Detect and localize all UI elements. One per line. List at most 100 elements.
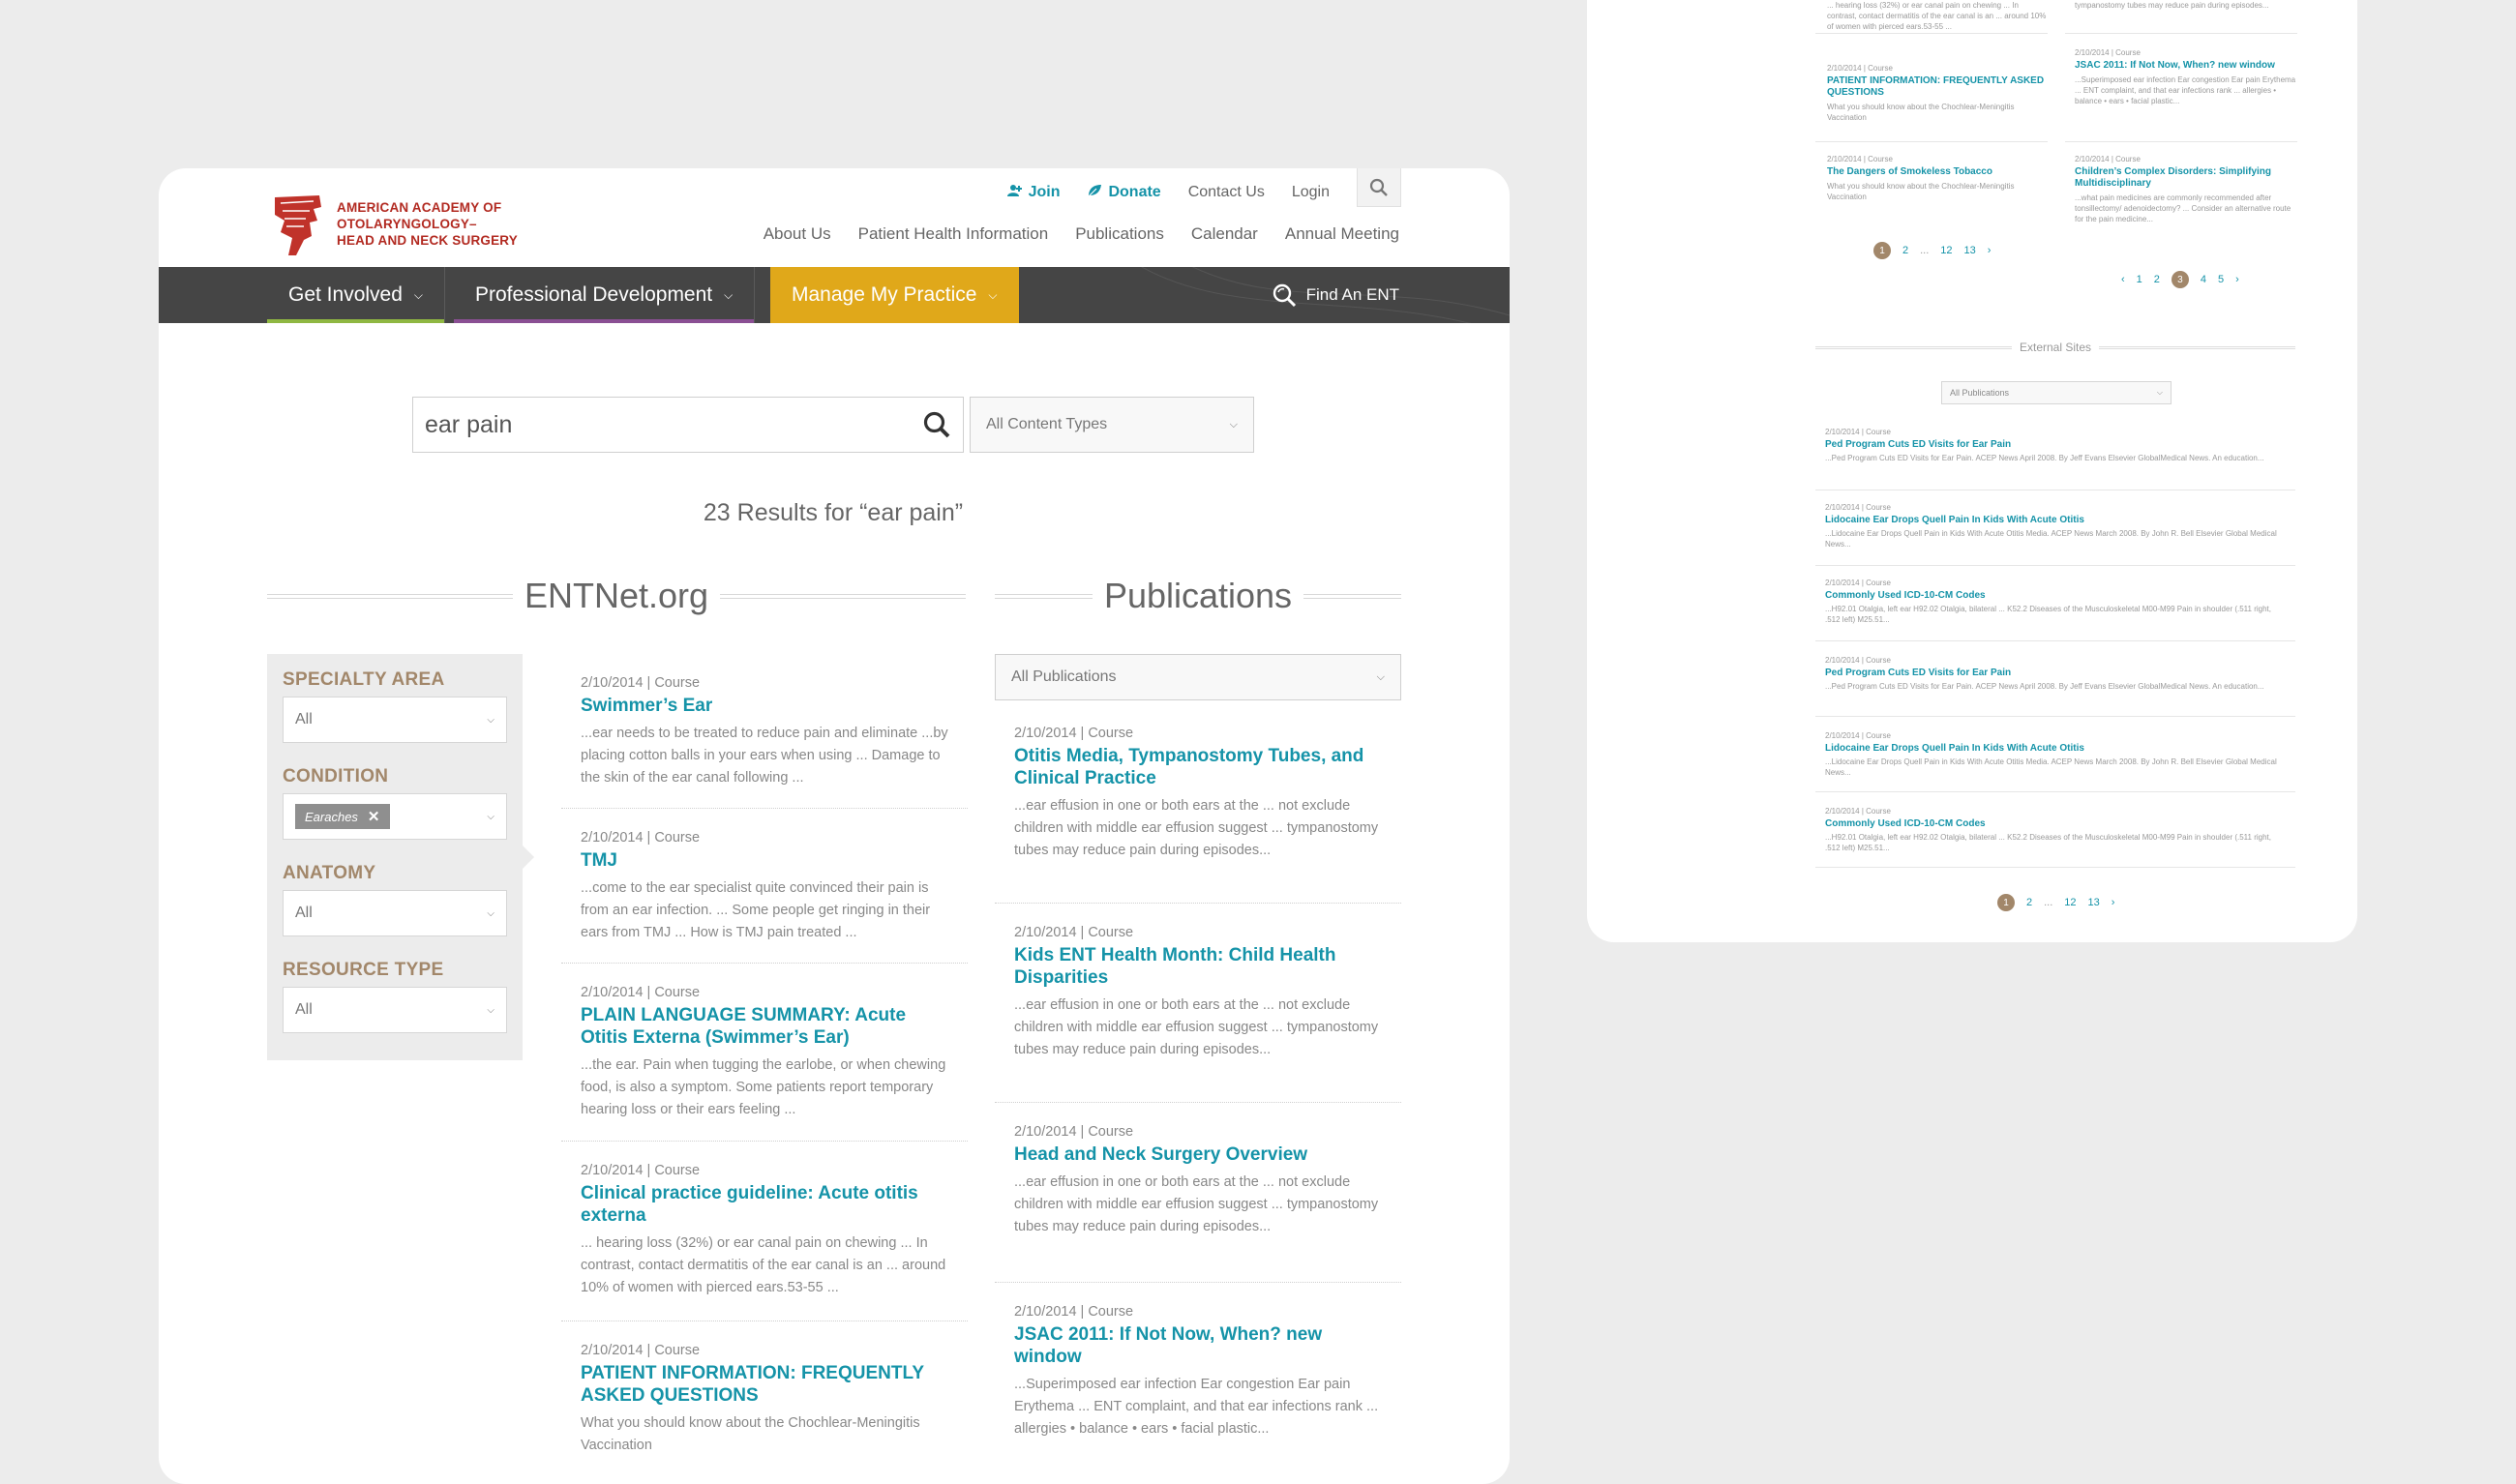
page-link[interactable]: 4 — [2201, 274, 2206, 285]
result-snippet: ...Lidocaine Ear Drops Quell Pain in Kid… — [1825, 757, 2277, 777]
result-title-link[interactable]: Lidocaine Ear Drops Quell Pain In Kids W… — [1825, 743, 2286, 754]
result-snippet: ...H92.01 Otalgia, left ear H92.02 Otalg… — [1825, 833, 2271, 852]
divider — [1815, 791, 2295, 792]
result-title-link[interactable]: Commonly Used ICD-10-CM Codes — [1825, 818, 2286, 829]
donate-link[interactable]: Donate — [1087, 184, 1161, 201]
result-snippet: ... hearing loss (32%) or ear canal pain… — [1827, 1, 2047, 31]
page-current[interactable]: 1 — [1873, 242, 1891, 259]
result-title-link[interactable]: PATIENT INFORMATION: FREQUENTLY ASKED QU… — [581, 1362, 948, 1407]
resource-type-select[interactable]: All ⌵ — [283, 987, 507, 1033]
result-title-link[interactable]: Children’s Complex Disorders: Simplifyin… — [2075, 166, 2297, 190]
page-current[interactable]: 3 — [2171, 271, 2189, 288]
list-item: 2/10/2014 | Course PLAIN LANGUAGE SUMMAR… — [561, 964, 968, 1142]
result-title-link[interactable]: Otitis Media, Tympanostomy Tubes, and Cl… — [1014, 745, 1382, 789]
nav-annual-meeting[interactable]: Annual Meeting — [1285, 224, 1399, 244]
specialty-area-select[interactable]: All ⌵ — [283, 697, 507, 743]
page-link[interactable]: 2 — [2154, 274, 2160, 285]
result-title-link[interactable]: Ped Program Cuts ED Visits for Ear Pain — [1825, 668, 2286, 678]
result-snippet: ...the ear. Pain when tugging the earlob… — [581, 1057, 946, 1117]
find-an-ent-link[interactable]: Find An ENT — [1272, 267, 1399, 323]
page-link[interactable]: 13 — [1964, 245, 1976, 256]
list-item: 2/10/2014 | Course Clinical practice gui… — [561, 1142, 968, 1321]
find-ent-label: Find An ENT — [1305, 285, 1399, 304]
contact-us-link[interactable]: Contact Us — [1188, 184, 1265, 201]
page-link[interactable]: 1 — [2137, 274, 2142, 285]
search-icon — [1369, 178, 1388, 196]
chevron-right-icon[interactable]: › — [2235, 274, 2239, 285]
condition-chip-label: Earaches — [305, 809, 358, 824]
result-meta: 2/10/2014 | Course — [1825, 579, 1891, 587]
anatomy-select[interactable]: All ⌵ — [283, 890, 507, 936]
filter-pointer — [523, 846, 534, 869]
result-title-link[interactable]: PLAIN LANGUAGE SUMMARY: Acute Otitis Ext… — [581, 1004, 948, 1049]
nav-patient-health[interactable]: Patient Health Information — [858, 224, 1049, 244]
publications-select[interactable]: All Publications ⌵ — [995, 654, 1401, 700]
logo-line-1: American Academy of — [337, 200, 502, 215]
content-types-select[interactable]: All Content Types ⌵ — [970, 397, 1254, 453]
chevron-down-icon: ⌵ — [487, 907, 494, 919]
search-icon[interactable] — [922, 410, 951, 439]
result-title-link[interactable]: Kids ENT Health Month: Child Health Disp… — [1014, 944, 1382, 989]
nav-manage-my-practice[interactable]: Manage My Practice ⌵ — [770, 267, 1019, 323]
result-snippet: ...come to the ear specialist quite conv… — [581, 880, 931, 940]
result-title-link[interactable]: Ped Program Cuts ED Visits for Ear Pain — [1825, 439, 2286, 450]
title-rule-right — [2099, 345, 2296, 349]
user-plus-icon — [1006, 184, 1023, 201]
divider — [1815, 33, 2048, 34]
external-publications-select[interactable]: All Publications ⌵ — [1941, 381, 2172, 404]
page-link[interactable]: 5 — [2218, 274, 2224, 285]
chevron-down-icon: ⌵ — [724, 287, 734, 302]
nav-professional-development[interactable]: Professional Development ⌵ — [454, 267, 756, 323]
result-snippet: ...ear needs to be treated to reduce pai… — [581, 726, 948, 786]
page-link[interactable]: 2 — [1902, 245, 1908, 256]
header-search-button[interactable] — [1357, 168, 1401, 207]
nav-get-involved[interactable]: Get Involved ⌵ — [267, 267, 446, 323]
result-meta: 2/10/2014 | Course — [581, 830, 701, 846]
nav-publications[interactable]: Publications — [1075, 224, 1164, 244]
condition-select[interactable]: Earaches ✕ ⌵ — [283, 793, 507, 840]
list-item: 2/10/2014 | Course JSAC 2011: If Not Now… — [995, 1283, 1401, 1458]
search-input[interactable] — [425, 410, 922, 439]
divider — [1815, 716, 2295, 717]
professional-development-label: Professional Development — [475, 283, 713, 306]
result-title-link[interactable]: Head and Neck Surgery Overview — [1014, 1143, 1382, 1166]
list-item: 2/10/2014 | Course PATIENT INFORMATION: … — [1827, 64, 2050, 123]
divider — [1815, 867, 2295, 868]
nav-about-us[interactable]: About Us — [764, 224, 831, 244]
publications-section-title: Publications — [995, 575, 1401, 617]
chevron-right-icon[interactable]: › — [2112, 897, 2115, 908]
chevron-right-icon[interactable]: › — [1988, 245, 1992, 256]
result-meta: 2/10/2014 | Course — [581, 1343, 701, 1358]
result-title-link[interactable]: Clinical practice guideline: Acute otiti… — [581, 1182, 948, 1227]
condition-chip: Earaches ✕ — [295, 804, 390, 829]
result-title-link[interactable]: JSAC 2011: If Not Now, When? new window — [1014, 1323, 1382, 1368]
aao-hns-logo[interactable]: American Academy of Otolaryngology– Head… — [271, 193, 523, 257]
result-title-link[interactable]: The Dangers of Smokeless Tobacco — [1827, 166, 2050, 178]
result-title-link[interactable]: JSAC 2011: If Not Now, When? new window — [2075, 60, 2297, 72]
primary-nav-bar: Get Involved ⌵ Professional Development … — [159, 267, 1510, 323]
page-link[interactable]: 12 — [1940, 245, 1952, 256]
result-title-link[interactable]: Commonly Used ICD-10-CM Codes — [1825, 590, 2286, 601]
list-item: 2/10/2014 | Course Head and Neck Surgery… — [995, 1103, 1401, 1283]
result-title-link[interactable]: PATIENT INFORMATION: FREQUENTLY ASKED QU… — [1827, 75, 2050, 99]
list-item: 2/10/2014 | Course JSAC 2011: If Not Now… — [2075, 48, 2297, 106]
chevron-down-icon: ⌵ — [2156, 388, 2163, 397]
page-link[interactable]: 13 — [2088, 897, 2100, 908]
login-link[interactable]: Login — [1292, 184, 1330, 201]
page-link[interactable]: 12 — [2064, 897, 2076, 908]
resource-type-value: All — [295, 1001, 313, 1018]
logo-mark-icon — [275, 195, 321, 255]
join-link[interactable]: Join — [1006, 184, 1060, 201]
page-current[interactable]: 1 — [1997, 894, 2015, 911]
nav-calendar[interactable]: Calendar — [1191, 224, 1258, 244]
result-title-link[interactable]: Lidocaine Ear Drops Quell Pain In Kids W… — [1825, 515, 2286, 525]
logo-line-2: Otolaryngology– — [337, 217, 477, 231]
result-title-link[interactable]: TMJ — [581, 849, 948, 872]
result-title-link[interactable]: Swimmer’s Ear — [581, 695, 948, 717]
specialty-area-value: All — [295, 711, 313, 727]
page-link[interactable]: 2 — [2026, 897, 2032, 908]
title-rule-right — [720, 593, 966, 599]
close-icon[interactable]: ✕ — [368, 808, 380, 825]
chevron-left-icon[interactable]: ‹ — [2121, 274, 2125, 285]
donate-label: Donate — [1108, 184, 1161, 200]
